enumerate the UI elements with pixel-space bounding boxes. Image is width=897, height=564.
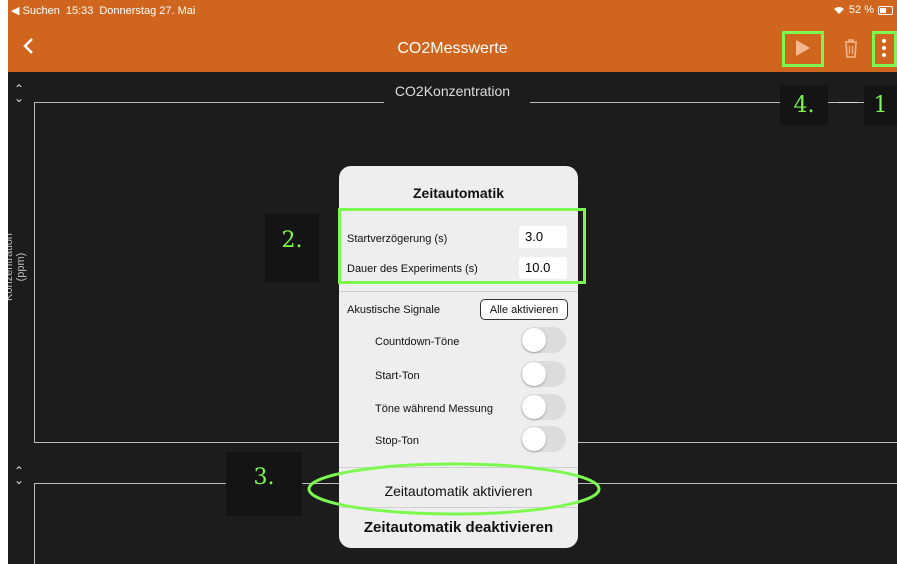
status-bar: ◀ Suchen 15:33 Donnerstag 27. Mai 52 % [8, 0, 897, 26]
trash-icon [845, 39, 857, 58]
toggle-during[interactable] [521, 394, 566, 420]
chart2-y-axis [34, 483, 35, 564]
divider [339, 291, 578, 292]
signals-label: Akustische Signale [347, 304, 440, 316]
toggle-knob [522, 362, 546, 386]
status-date: Donnerstag 27. Mai [99, 4, 196, 17]
toggle-start[interactable] [521, 361, 566, 387]
delete-button[interactable] [836, 34, 866, 62]
app-screen: ◀ Suchen 15:33 Donnerstag 27. Mai 52 % C… [8, 0, 897, 564]
nav-bar: CO2Messwerte [8, 26, 897, 72]
annotation-3: 3. [226, 452, 302, 516]
toggle-knob [522, 395, 546, 419]
signal-label-countdown: Countdown-Töne [375, 336, 460, 348]
annotation-1: 1 [864, 86, 897, 126]
battery-icon [878, 5, 893, 15]
highlight-time-fields [338, 208, 586, 284]
back-to-app-link[interactable]: ◀ Suchen [11, 4, 60, 17]
nav-title: CO2Messwerte [397, 40, 508, 57]
signal-label-during: Töne während Messung [375, 403, 494, 415]
annotation-4: 4. [780, 86, 828, 126]
signal-label-stop: Stop-Ton [375, 435, 420, 447]
status-time: 15:33 [65, 4, 94, 17]
toggle-countdown[interactable] [521, 327, 566, 353]
toggle-stop[interactable] [521, 426, 566, 452]
annotation-2: 2. [265, 214, 319, 282]
highlight-activate-ellipse [307, 462, 601, 516]
highlight-more-button [872, 31, 897, 67]
chart-y-label: Konzentration (ppm) [8, 233, 27, 301]
chart-title: CO2Konzentration [394, 83, 511, 99]
popup-title: Zeitautomatik [412, 185, 504, 201]
wifi-icon [833, 6, 844, 14]
toggle-knob [522, 427, 546, 451]
chart-y-axis [34, 102, 35, 442]
enable-all-button[interactable]: Alle aktivieren [480, 299, 568, 320]
annotation-dash [838, 102, 858, 103]
expand-collapse-icon-2[interactable]: ⌃ ⌄ [14, 465, 24, 486]
signal-label-start: Start-Ton [375, 370, 420, 382]
highlight-play-button [782, 31, 824, 67]
chart-frame-top-left [34, 102, 384, 103]
battery-percent: 52 % [848, 4, 874, 16]
toggle-knob [522, 328, 546, 352]
